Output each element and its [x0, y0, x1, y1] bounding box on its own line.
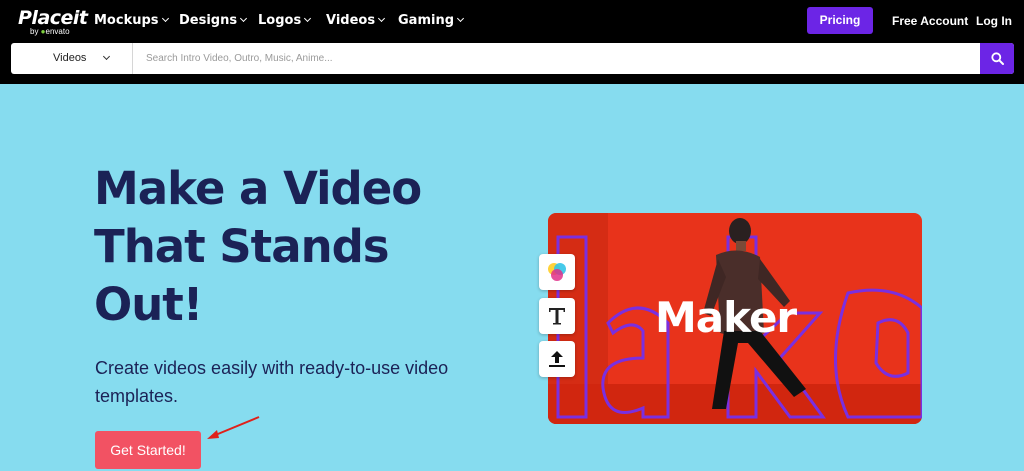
- hero-title-line: Out!: [94, 278, 203, 331]
- nav-item-label: Mockups: [94, 13, 159, 28]
- nav-item-logos[interactable]: Logos: [258, 12, 312, 30]
- search-category-select[interactable]: Videos: [11, 43, 133, 74]
- login-link[interactable]: Log In: [976, 12, 1012, 30]
- hero-title-line: Make a Video: [94, 162, 422, 215]
- logo-byline-prefix: by: [30, 27, 41, 36]
- text-tool-button[interactable]: [539, 298, 575, 334]
- search-icon: [991, 52, 1004, 65]
- search-input[interactable]: [146, 43, 976, 74]
- chevron-down-icon: [240, 14, 248, 23]
- nav-item-label: Designs: [179, 13, 238, 28]
- chevron-down-icon: [304, 14, 312, 23]
- video-overlay-text: Maker: [655, 293, 797, 342]
- text-tool-icon: [549, 308, 565, 325]
- hero-subtitle: Create videos easily with ready-to-use v…: [95, 354, 475, 410]
- get-started-button[interactable]: Get Started!: [95, 431, 201, 469]
- nav-item-label: Gaming: [398, 13, 455, 28]
- logo-byline-brand: envato: [45, 27, 70, 36]
- nav-item-mockups[interactable]: Mockups: [94, 12, 169, 30]
- logo-wordmark: Placeit: [18, 7, 88, 29]
- free-account-link[interactable]: Free Account: [892, 12, 968, 30]
- color-tool-button[interactable]: [539, 254, 575, 290]
- search-category-value: Videos: [53, 52, 87, 64]
- chevron-down-icon: [456, 14, 465, 23]
- nav-item-designs[interactable]: Designs: [179, 12, 248, 30]
- top-nav-bar: Placeit by ●envato Mockups Designs Logos…: [0, 0, 1024, 84]
- chevron-down-icon: [378, 14, 386, 23]
- upload-tool-button[interactable]: [539, 341, 575, 377]
- placeit-logo[interactable]: Placeit by ●envato: [18, 8, 88, 38]
- chevron-down-icon: [103, 52, 111, 61]
- hero-title-line: That Stands: [94, 220, 390, 273]
- search-bar: Videos: [11, 43, 1014, 74]
- annotation-arrow-icon: [207, 416, 260, 439]
- pricing-button[interactable]: Pricing: [807, 7, 873, 34]
- logo-byline: by ●envato: [30, 27, 70, 36]
- search-button[interactable]: [980, 43, 1014, 74]
- color-palette-icon: [548, 263, 566, 281]
- nav-item-gaming[interactable]: Gaming: [398, 12, 465, 30]
- chevron-down-icon: [161, 14, 169, 23]
- upload-icon: [549, 351, 565, 367]
- hero-subtitle-line: templates.: [95, 386, 179, 406]
- nav-item-videos[interactable]: Videos: [326, 12, 386, 30]
- hero-title: Make a Video That Stands Out!: [94, 160, 494, 334]
- nav-item-label: Videos: [326, 13, 376, 28]
- hero-subtitle-line: Create videos easily with ready-to-use v…: [95, 358, 449, 378]
- nav-item-label: Logos: [258, 13, 302, 28]
- video-preview[interactable]: Maker: [548, 213, 922, 424]
